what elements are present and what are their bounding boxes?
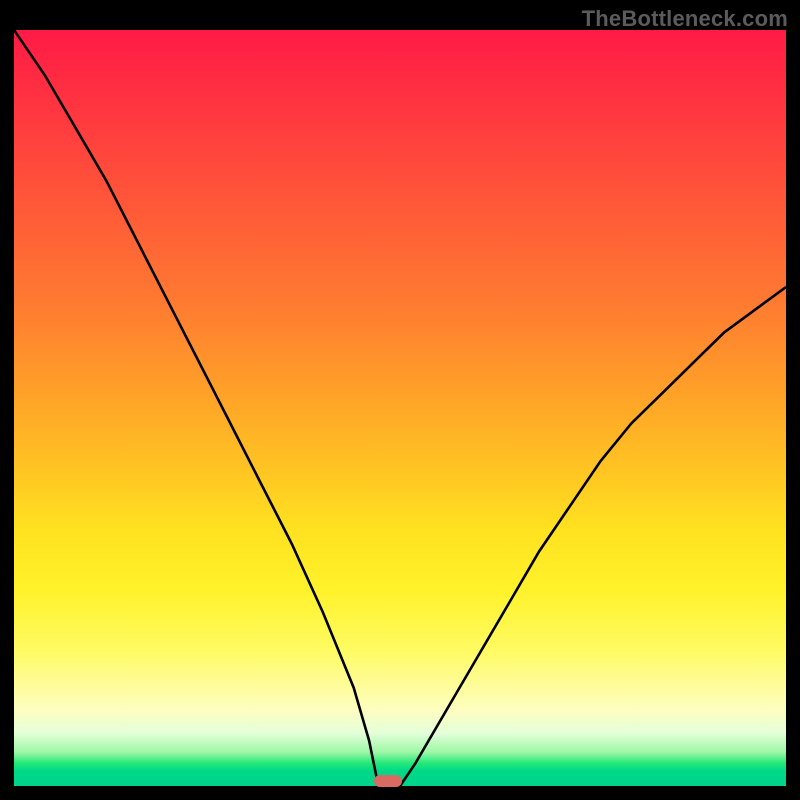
watermark-text: TheBottleneck.com <box>582 6 788 32</box>
plot-area <box>14 30 786 786</box>
optimum-marker <box>374 775 402 787</box>
chart-frame: TheBottleneck.com <box>0 0 800 800</box>
bottleneck-curve <box>14 30 786 786</box>
